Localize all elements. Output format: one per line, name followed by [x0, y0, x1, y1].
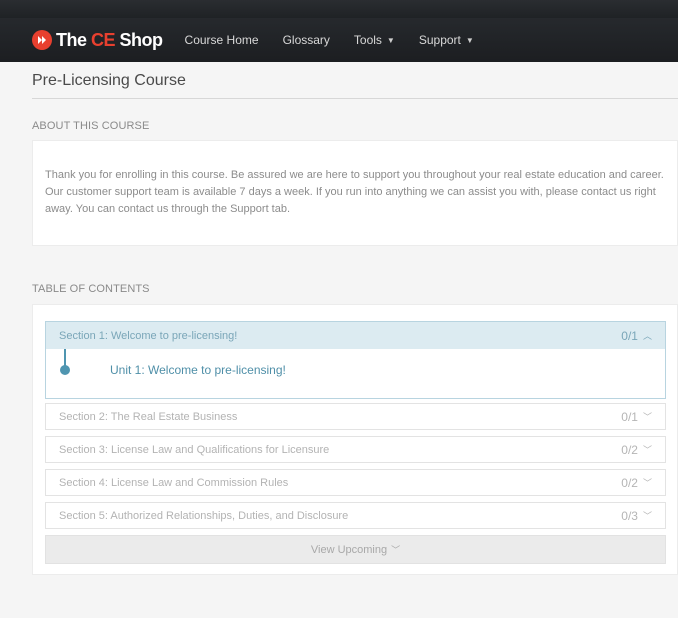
logo-icon	[32, 30, 52, 50]
title-divider	[32, 98, 678, 99]
section-3-header[interactable]: Section 3: License Law and Qualification…	[45, 436, 666, 463]
nav-glossary[interactable]: Glossary	[283, 33, 330, 47]
section-4-header[interactable]: Section 4: License Law and Commission Ru…	[45, 469, 666, 496]
toc-heading: TABLE OF CONTENTS	[32, 283, 150, 295]
section-1-panel: Section 1: Welcome to pre-licensing! 0/1…	[45, 321, 666, 399]
unit-1-link[interactable]: Unit 1: Welcome to pre-licensing!	[110, 363, 286, 377]
chevron-up-icon: ︿	[642, 331, 652, 341]
logo-text: The CE Shop	[56, 29, 163, 50]
navbar: The CE Shop Course Home Glossary Tools ▼…	[0, 18, 678, 62]
toc-card: Section 1: Welcome to pre-licensing! 0/1…	[32, 304, 678, 575]
about-body: Thank you for enrolling in this course. …	[45, 169, 664, 215]
section-4-label: Section 4: License Law and Commission Ru…	[59, 476, 289, 489]
section-3-label: Section 3: License Law and Qualification…	[59, 443, 330, 456]
nav-support-label: Support	[418, 33, 461, 47]
view-upcoming-label: View Upcoming	[310, 543, 388, 556]
section-5-label: Section 5: Authorized Relationships, Dut…	[59, 509, 349, 522]
chevron-down-icon: ﹀	[642, 445, 652, 455]
chevron-down-icon: ﹀	[642, 478, 652, 488]
about-heading: ABOUT THIS COURSE	[32, 120, 150, 132]
chevron-down-icon: ﹀	[642, 412, 652, 422]
section-5-progress: 0/3	[621, 508, 638, 523]
section-4-count: 0/2 ﹀	[621, 476, 652, 490]
nav-course-home[interactable]: Course Home	[185, 33, 259, 47]
section-1-header[interactable]: Section 1: Welcome to pre-licensing! 0/1…	[46, 322, 665, 349]
unit-status-dot	[60, 365, 70, 375]
top-strip	[0, 0, 678, 18]
unit-connector-line	[64, 349, 66, 366]
section-5-header[interactable]: Section 5: Authorized Relationships, Dut…	[45, 502, 666, 529]
section-5-count: 0/3 ﹀	[621, 509, 652, 523]
caret-down-icon: ▼	[386, 35, 395, 45]
section-2-count: 0/1 ﹀	[621, 410, 652, 424]
section-1-progress: 0/1	[621, 328, 638, 343]
nav-glossary-label: Glossary	[282, 33, 330, 47]
chevron-down-icon: ﹀	[391, 545, 401, 555]
nav-course-home-label: Course Home	[184, 33, 259, 47]
logo[interactable]: The CE Shop	[32, 30, 163, 51]
chevron-down-icon: ﹀	[642, 511, 652, 521]
section-2-label: Section 2: The Real Estate Business	[59, 410, 238, 423]
page-title: Pre-Licensing Course	[32, 72, 186, 89]
section-3-count: 0/2 ﹀	[621, 443, 652, 457]
section-3-progress: 0/2	[621, 442, 638, 457]
section-2-progress: 0/1	[621, 409, 638, 424]
nav-tools[interactable]: Tools ▼	[354, 33, 395, 47]
view-upcoming-button[interactable]: View Upcoming ﹀	[45, 535, 666, 564]
about-card: Thank you for enrolling in this course. …	[32, 140, 678, 246]
nav-tools-label: Tools	[353, 33, 382, 47]
section-4-progress: 0/2	[621, 475, 638, 490]
section-1-count: 0/1 ︿	[621, 329, 652, 343]
caret-down-icon: ▼	[465, 35, 474, 45]
section-2-header[interactable]: Section 2: The Real Estate Business 0/1 …	[45, 403, 666, 430]
section-1-label: Section 1: Welcome to pre-licensing!	[59, 329, 238, 342]
nav-support[interactable]: Support ▼	[419, 33, 474, 47]
